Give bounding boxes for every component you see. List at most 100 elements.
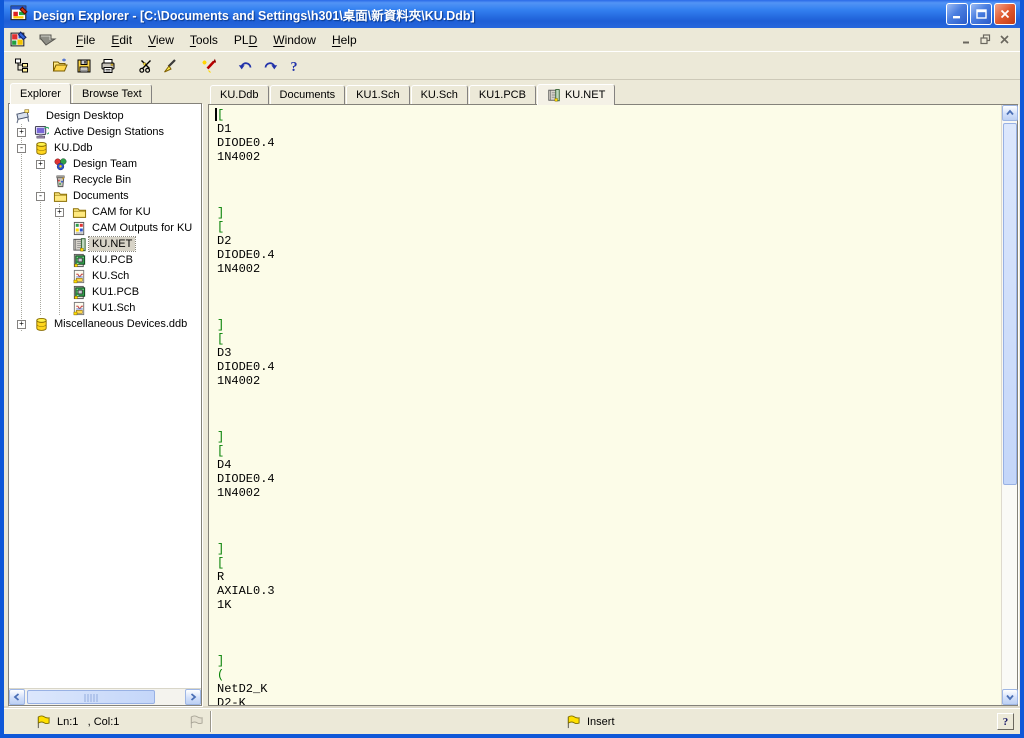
tree-indent-guide (13, 156, 32, 172)
expand-plus-icon[interactable]: + (55, 208, 64, 217)
line-col-indicator: Ln:1 , Col:1 (57, 716, 119, 728)
status-help-button[interactable]: ? (997, 713, 1014, 730)
svg-text:?: ? (291, 60, 298, 74)
explorer-tree[interactable]: Design Desktop+Active Design Stations-KU… (9, 104, 201, 688)
tree-item-ku1-pcb[interactable]: KU1.PCB (13, 284, 199, 300)
tree-indent-guide (32, 204, 51, 220)
toggle-design-manager-button[interactable] (10, 54, 34, 78)
collapse-minus-icon[interactable]: - (17, 144, 26, 153)
open-document-button[interactable] (48, 54, 72, 78)
code-line (217, 402, 1001, 416)
mdi-close-button[interactable] (996, 32, 1012, 47)
menu-pld[interactable]: PLD (226, 30, 265, 50)
design-desktop-icon (15, 109, 30, 124)
code-line (217, 640, 1001, 654)
cursor-position-section: Ln:1 , Col:1 (12, 709, 208, 734)
code-line: ] (217, 318, 1001, 332)
minimize-button[interactable] (946, 3, 968, 25)
help-button[interactable]: ? (282, 54, 306, 78)
tree-item-active-design-stations[interactable]: +Active Design Stations (13, 124, 199, 140)
doc-tab-ku-net[interactable]: KU.NET (537, 84, 615, 105)
panel-tab-browse-text[interactable]: Browse Text (72, 84, 152, 103)
save-button[interactable] (72, 54, 96, 78)
redo-button[interactable] (258, 54, 282, 78)
doc-tab-ku1-sch[interactable]: KU1.Sch (346, 85, 409, 104)
doc-tab-ku-sch[interactable]: KU.Sch (411, 85, 468, 104)
netlist-text-editor[interactable]: [D1DIODE0.41N4002][D2DIODE0.41N4002][D3D… (209, 105, 1001, 705)
panel-tab-explorer[interactable]: Explorer (10, 83, 71, 104)
tree-item-miscellaneous-devices-ddb[interactable]: +Miscellaneous Devices.ddb (13, 316, 199, 332)
close-button[interactable] (994, 3, 1016, 25)
menu-edit[interactable]: Edit (103, 30, 140, 50)
mdi-minimize-button[interactable] (958, 32, 974, 47)
tree-item-design-desktop[interactable]: Design Desktop (13, 108, 199, 124)
tab-label: KU.Sch (421, 89, 458, 101)
expander-cell: + (51, 204, 70, 220)
code-line: [ (217, 332, 1001, 346)
print-button[interactable] (96, 54, 120, 78)
expander-cell (51, 236, 70, 252)
doc-tab-ku-ddb[interactable]: KU.Ddb (210, 85, 269, 104)
tree-indent-guide (13, 300, 32, 316)
menu-help[interactable]: Help (324, 30, 365, 50)
tree-indent-guide (32, 220, 51, 236)
tree-item-cam-outputs-for-ku[interactable]: CAM Outputs for KU (13, 220, 199, 236)
scroll-right-button[interactable] (185, 689, 201, 705)
collapse-minus-icon[interactable]: - (36, 192, 45, 201)
scroll-down-button[interactable] (1002, 689, 1018, 705)
expander-cell (51, 284, 70, 300)
editor-vertical-scrollbar[interactable] (1001, 105, 1017, 705)
expand-plus-icon[interactable]: + (17, 128, 26, 137)
tree-item-label: CAM for KU (89, 205, 154, 219)
tab-label: KU1.PCB (479, 89, 526, 101)
tree-item-recycle-bin[interactable]: Recycle Bin (13, 172, 199, 188)
expander-cell (51, 252, 70, 268)
mdi-restore-button[interactable] (977, 32, 993, 47)
code-line: D4 (217, 458, 1001, 472)
scrollbar-track[interactable] (1002, 485, 1017, 689)
tree-item-design-team[interactable]: +Design Team (13, 156, 199, 172)
code-line (217, 416, 1001, 430)
document-tabs: KU.DdbDocuments KU1.Sch KU.Sch KU1.PCB KU.NE… (208, 82, 1018, 104)
tree-item-ku1-sch[interactable]: KU1.Sch (13, 300, 199, 316)
doc-tab-documents[interactable]: Documents (270, 85, 346, 104)
maximize-button[interactable] (970, 3, 992, 25)
undo-button[interactable] (234, 54, 258, 78)
menu-file[interactable]: File (68, 30, 103, 50)
cut-button[interactable] (134, 54, 158, 78)
expand-plus-icon[interactable]: + (17, 320, 26, 329)
tree-item-documents[interactable]: - Documents (13, 188, 199, 204)
menu-tools[interactable]: Tools (182, 30, 226, 50)
tree-item-cam-for-ku[interactable]: + CAM for KU (13, 204, 199, 220)
menu-dropdown-arrow-icon[interactable] (34, 31, 60, 49)
menu-bar: FileEditViewToolsPLDWindowHelp (4, 28, 1020, 52)
code-line (217, 290, 1001, 304)
code-line: 1N4002 (217, 486, 1001, 500)
tree-item-ku-net[interactable]: KU.NET (13, 236, 199, 252)
tree-indent-guide (32, 268, 51, 284)
expand-plus-icon[interactable]: + (36, 160, 45, 169)
clear-button[interactable] (158, 54, 182, 78)
code-line: [ (217, 108, 1001, 122)
code-line: DIODE0.4 (217, 248, 1001, 262)
code-line (217, 528, 1001, 542)
tab-label: KU1.Sch (356, 89, 399, 101)
menu-view[interactable]: View (140, 30, 182, 50)
doc-tab-ku1-pcb[interactable]: KU1.PCB (469, 85, 536, 104)
code-line (217, 500, 1001, 514)
tree-item-ku-pcb[interactable]: KU.PCB (13, 252, 199, 268)
menu-window[interactable]: Window (265, 30, 324, 50)
scrollbar-thumb[interactable] (1003, 123, 1017, 485)
scroll-up-button[interactable] (1002, 105, 1018, 121)
scroll-left-button[interactable] (9, 689, 25, 705)
tree-item-ku-ddb[interactable]: -KU.Ddb (13, 140, 199, 156)
sch-document-icon (70, 300, 89, 316)
tree-item-label: Documents (70, 189, 132, 203)
code-line: ] (217, 654, 1001, 668)
net-document-icon (547, 88, 561, 102)
tree-horizontal-scrollbar[interactable] (9, 688, 201, 705)
special-paste-button[interactable] (196, 54, 220, 78)
tree-item-ku-sch[interactable]: KU.Sch (13, 268, 199, 284)
scrollbar-thumb[interactable] (27, 690, 155, 704)
design-team-icon (51, 156, 70, 172)
